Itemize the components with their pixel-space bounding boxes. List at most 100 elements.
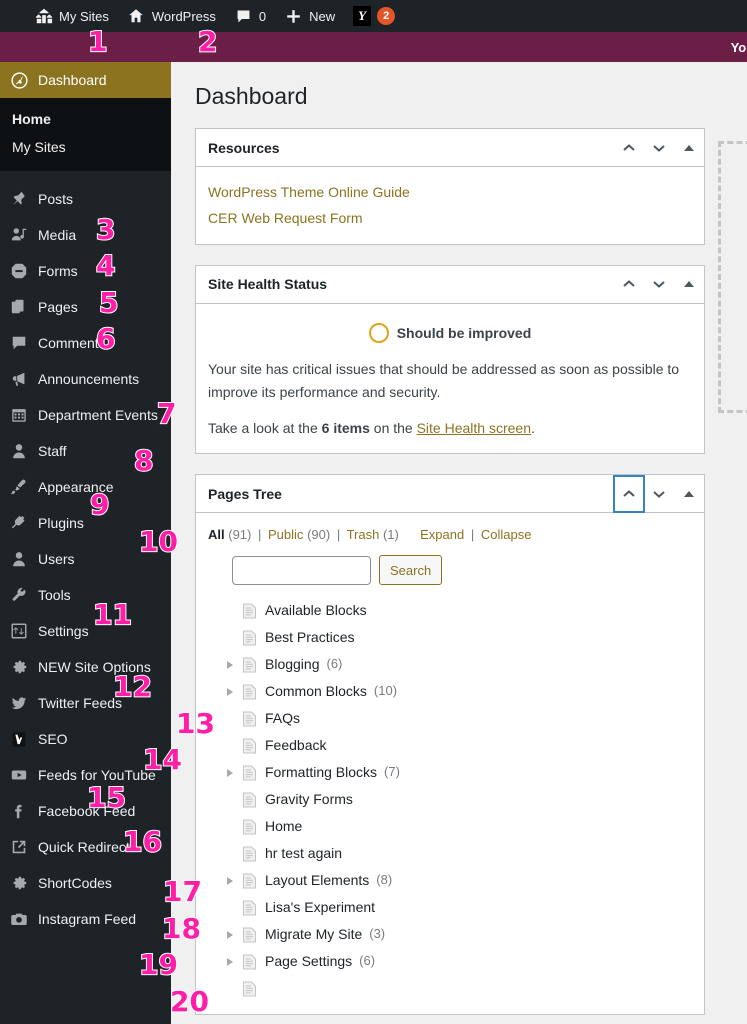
sidebar-item-new-site-options[interactable]: NEW Site Options (0, 649, 171, 685)
sidebar-item-dashboard[interactable]: Dashboard (0, 62, 171, 98)
adminbar-item-yoast-seo[interactable]: Y 2 (344, 0, 404, 32)
chevron-down-icon (652, 487, 666, 501)
caret-right-icon (227, 876, 233, 885)
tree-row[interactable]: Formatting Blocks (7) (208, 759, 692, 786)
sidebar-subitem-my-sites[interactable]: My Sites (0, 133, 171, 161)
sidebar-item-pages[interactable]: Pages (0, 289, 171, 325)
page-document-icon (242, 792, 258, 808)
tree-row-label: Common Blocks (265, 683, 367, 700)
tree-row[interactable]: hr test again (208, 840, 692, 867)
caret-right-icon (227, 660, 233, 669)
external-link-icon (9, 837, 29, 857)
sidebar-item-comments[interactable]: Comments (0, 325, 171, 361)
adminbar-item-my-sites[interactable]: My Sites (25, 0, 118, 32)
sidebar-label-shortcodes: ShortCodes (38, 875, 112, 891)
filter-all[interactable]: All (208, 527, 225, 542)
page-document-icon (242, 900, 258, 916)
calendar-icon (9, 405, 29, 425)
tree-row[interactable]: Feedback (208, 732, 692, 759)
tree-row-label: Migrate My Site (265, 926, 363, 943)
admin-notice-strip: You a (0, 32, 747, 62)
pages-tree-list: Available Blocks Best Practices Blogging (208, 597, 692, 1002)
sidebar-item-twitter-feeds[interactable]: Twitter Feeds (0, 685, 171, 721)
tree-row[interactable] (208, 975, 692, 1002)
paintbrush-icon (9, 477, 29, 497)
plus-icon (284, 7, 303, 26)
tree-expand-toggle[interactable] (222, 957, 238, 966)
tree-row[interactable]: Common Blocks (10) (208, 678, 692, 705)
resource-link-cer-web-request[interactable]: CER Web Request Form (208, 205, 692, 231)
site-health-screen-link[interactable]: Site Health screen (417, 420, 531, 436)
triangle-up-icon (684, 490, 694, 497)
tree-row[interactable]: Best Practices (208, 624, 692, 651)
sidebar-label-users: Users (38, 551, 75, 567)
sidebar-item-media[interactable]: Media (0, 217, 171, 253)
tree-expand-toggle[interactable] (222, 687, 238, 696)
tree-row[interactable]: Available Blocks (208, 597, 692, 624)
sidebar-item-facebook-feed[interactable]: Facebook Feed (0, 793, 171, 829)
sidebar-item-quick-redirects[interactable]: Quick Redirects (0, 829, 171, 865)
sidebar-item-settings[interactable]: Settings (0, 613, 171, 649)
tree-expand-toggle[interactable] (222, 930, 238, 939)
site-health-status-label: Should be improved (396, 324, 532, 341)
sidebar-item-tools[interactable]: Tools (0, 577, 171, 613)
panel-move-down-button[interactable] (644, 476, 674, 512)
admin-sidebar-menu: Dashboard Home My Sites Posts Media Form… (0, 62, 171, 1024)
tree-expand-toggle[interactable] (222, 768, 238, 777)
panel-toggle-button[interactable] (674, 266, 704, 302)
panel-toggle-button[interactable] (674, 476, 704, 512)
sidebar-subitem-home[interactable]: Home (0, 105, 171, 133)
tree-row[interactable]: Home (208, 813, 692, 840)
caret-right-icon (227, 768, 233, 777)
tree-row[interactable]: Layout Elements (8) (208, 867, 692, 894)
tree-row[interactable]: Page Settings (6) (208, 948, 692, 975)
sidebar-item-users[interactable]: Users (0, 541, 171, 577)
sidebar-item-shortcodes[interactable]: ShortCodes (0, 865, 171, 901)
panel-resources-body: WordPress Theme Online Guide CER Web Req… (196, 167, 704, 244)
sidebar-item-staff[interactable]: Staff (0, 433, 171, 469)
tree-row[interactable]: Lisa's Experiment (208, 894, 692, 921)
adminbar-item-comments[interactable]: 0 (225, 0, 275, 32)
sidebar-item-plugins[interactable]: Plugins (0, 505, 171, 541)
tree-row[interactable]: Gravity Forms (208, 786, 692, 813)
sidebar-item-announcements[interactable]: Announcements (0, 361, 171, 397)
panel-move-up-button[interactable] (614, 266, 644, 302)
sidebar-label-quick-redirects: Quick Redirects (38, 839, 137, 855)
tree-expand-toggle[interactable] (222, 660, 238, 669)
sidebar-item-posts[interactable]: Posts (0, 181, 171, 217)
adminbar-item-new[interactable]: New (275, 0, 344, 32)
panel-move-up-button[interactable] (614, 475, 644, 512)
filter-public[interactable]: Public (268, 527, 303, 542)
search-button[interactable]: Search (379, 555, 443, 586)
filter-separator: | (258, 527, 262, 543)
sidebar-item-instagram-feed[interactable]: Instagram Feed (0, 901, 171, 937)
panel-move-up-button[interactable] (614, 130, 644, 166)
comment-bubble-icon (9, 333, 29, 353)
tree-row[interactable]: Blogging (6) (208, 651, 692, 678)
tree-row-label: Available Blocks (265, 602, 367, 619)
filter-separator: | (470, 527, 475, 543)
sidebar-label-tools: Tools (38, 587, 71, 603)
tree-row[interactable]: FAQs (208, 705, 692, 732)
tree-row-count: (8) (376, 872, 393, 888)
expand-all-link[interactable]: Expand (420, 527, 464, 542)
panel-move-down-button[interactable] (644, 130, 674, 166)
sidebar-item-appearance[interactable]: Appearance (0, 469, 171, 505)
search-input[interactable] (232, 555, 371, 585)
sidebar-item-feeds-for-youtube[interactable]: Feeds for YouTube (0, 757, 171, 793)
filter-trash[interactable]: Trash (347, 527, 380, 542)
user-icon (9, 441, 29, 461)
panel-move-down-button[interactable] (644, 266, 674, 302)
tree-row[interactable]: Migrate My Site (3) (208, 921, 692, 948)
tree-expand-toggle[interactable] (222, 876, 238, 885)
sidebar-item-department-events[interactable]: Department Events (0, 397, 171, 433)
panel-toggle-button[interactable] (674, 130, 704, 166)
sidebar-item-forms[interactable]: Forms (0, 253, 171, 289)
adminbar-item-wordpress[interactable]: WordPress (118, 0, 225, 32)
collapse-all-link[interactable]: Collapse (481, 527, 532, 542)
status-ring-icon (368, 322, 389, 343)
sidebar-item-seo[interactable]: SEO (0, 721, 171, 757)
dashboard-widgets-column: Resources WordPress Theme Online Guide C… (195, 128, 705, 1024)
site-health-status-badge: Should be improved (208, 322, 692, 344)
resource-link-theme-guide[interactable]: WordPress Theme Online Guide (208, 179, 692, 205)
